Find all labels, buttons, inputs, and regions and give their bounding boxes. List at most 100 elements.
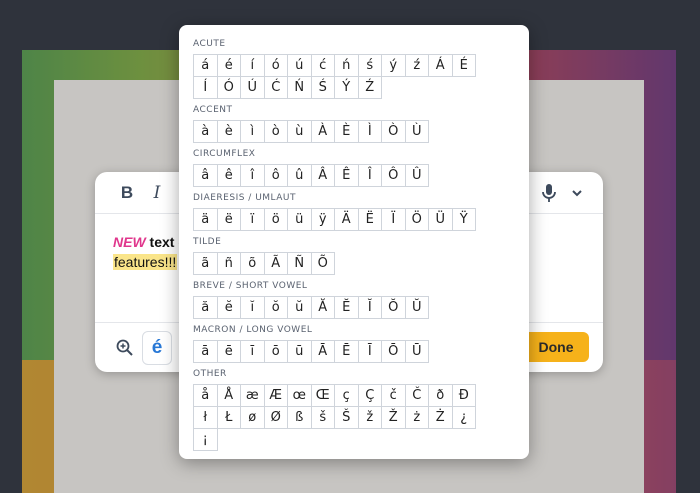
- accent-char-button[interactable]: ē: [216, 340, 241, 363]
- accent-char-button[interactable]: ä: [193, 208, 218, 231]
- accent-char-button[interactable]: Û: [404, 164, 429, 187]
- accent-char-button[interactable]: Ú: [240, 76, 265, 99]
- accent-char-button[interactable]: Ō: [381, 340, 406, 363]
- accent-char-button[interactable]: å: [193, 384, 218, 407]
- accent-char-button[interactable]: Ÿ: [451, 208, 476, 231]
- accent-char-button[interactable]: ö: [263, 208, 288, 231]
- accent-char-button[interactable]: ¿: [451, 406, 476, 429]
- accent-char-button[interactable]: Č: [404, 384, 429, 407]
- accent-char-button[interactable]: Ŏ: [381, 296, 406, 319]
- accent-char-button[interactable]: ¡: [193, 428, 218, 451]
- accent-char-button[interactable]: č: [381, 384, 406, 407]
- accent-char-button[interactable]: ý: [381, 54, 406, 77]
- accent-char-button[interactable]: Ö: [404, 208, 429, 231]
- accent-char-button[interactable]: ñ: [216, 252, 241, 275]
- accent-char-button[interactable]: Í: [193, 76, 218, 99]
- accent-char-button[interactable]: ć: [310, 54, 335, 77]
- accent-char-button[interactable]: Ê: [334, 164, 359, 187]
- accent-char-button[interactable]: ù: [287, 120, 312, 143]
- accent-char-button[interactable]: Ù: [404, 120, 429, 143]
- accent-char-button[interactable]: Ã: [263, 252, 288, 275]
- accent-char-button[interactable]: Ø: [263, 406, 288, 429]
- accent-char-button[interactable]: ß: [287, 406, 312, 429]
- accent-char-button[interactable]: Ä: [334, 208, 359, 231]
- accent-char-button[interactable]: ź: [404, 54, 429, 77]
- accent-char-button[interactable]: ó: [263, 54, 288, 77]
- accent-char-button[interactable]: è: [216, 120, 241, 143]
- accent-char-button[interactable]: ã: [193, 252, 218, 275]
- accent-char-button[interactable]: Ī: [357, 340, 382, 363]
- accent-char-button[interactable]: È: [334, 120, 359, 143]
- accent-char-button[interactable]: ń: [334, 54, 359, 77]
- accent-char-button[interactable]: Å: [216, 384, 241, 407]
- accent-char-button[interactable]: Ý: [334, 76, 359, 99]
- accent-char-button[interactable]: Ò: [381, 120, 406, 143]
- accent-char-button[interactable]: Æ: [263, 384, 288, 407]
- accent-char-button[interactable]: Ŭ: [404, 296, 429, 319]
- accent-char-button[interactable]: ī: [240, 340, 265, 363]
- accent-char-button[interactable]: Á: [428, 54, 453, 77]
- accent-char-button[interactable]: ô: [263, 164, 288, 187]
- accent-char-button[interactable]: ŏ: [263, 296, 288, 319]
- accent-char-button[interactable]: ü: [287, 208, 312, 231]
- chevron-down-icon[interactable]: [565, 181, 589, 205]
- accent-char-button[interactable]: ł: [193, 406, 218, 429]
- accent-char-button[interactable]: ë: [216, 208, 241, 231]
- accent-char-button[interactable]: Ü: [428, 208, 453, 231]
- accent-char-button[interactable]: ø: [240, 406, 265, 429]
- accent-char-button[interactable]: Ó: [216, 76, 241, 99]
- accent-char-button[interactable]: ż: [404, 406, 429, 429]
- accent-char-button[interactable]: Ū: [404, 340, 429, 363]
- accent-char-button[interactable]: Ń: [287, 76, 312, 99]
- accent-picker-button[interactable]: é: [142, 331, 172, 365]
- accent-char-button[interactable]: ĕ: [216, 296, 241, 319]
- accent-char-button[interactable]: Ă: [310, 296, 335, 319]
- accent-char-button[interactable]: ŭ: [287, 296, 312, 319]
- accent-char-button[interactable]: Ë: [357, 208, 382, 231]
- accent-char-button[interactable]: É: [451, 54, 476, 77]
- accent-char-button[interactable]: Õ: [310, 252, 335, 275]
- accent-char-button[interactable]: Ñ: [287, 252, 312, 275]
- accent-char-button[interactable]: Đ: [451, 384, 476, 407]
- accent-char-button[interactable]: ì: [240, 120, 265, 143]
- accent-char-button[interactable]: ā: [193, 340, 218, 363]
- accent-char-button[interactable]: Ç: [357, 384, 382, 407]
- accent-char-button[interactable]: Ż: [428, 406, 453, 429]
- accent-char-button[interactable]: Ĭ: [357, 296, 382, 319]
- done-button[interactable]: Done: [523, 332, 589, 362]
- accent-char-button[interactable]: é: [216, 54, 241, 77]
- accent-char-button[interactable]: î: [240, 164, 265, 187]
- accent-char-button[interactable]: ž: [357, 406, 382, 429]
- accent-char-button[interactable]: á: [193, 54, 218, 77]
- zoom-in-icon[interactable]: [115, 338, 135, 358]
- accent-char-button[interactable]: ă: [193, 296, 218, 319]
- accent-char-button[interactable]: æ: [240, 384, 265, 407]
- accent-char-button[interactable]: õ: [240, 252, 265, 275]
- accent-char-button[interactable]: Ł: [216, 406, 241, 429]
- accent-char-button[interactable]: Â: [310, 164, 335, 187]
- accent-char-button[interactable]: â: [193, 164, 218, 187]
- accent-char-button[interactable]: ĭ: [240, 296, 265, 319]
- accent-char-button[interactable]: Ź: [357, 76, 382, 99]
- microphone-icon[interactable]: [537, 181, 561, 205]
- accent-char-button[interactable]: ú: [287, 54, 312, 77]
- accent-char-button[interactable]: ê: [216, 164, 241, 187]
- accent-char-button[interactable]: Ž: [381, 406, 406, 429]
- accent-char-button[interactable]: Ć: [263, 76, 288, 99]
- accent-char-button[interactable]: û: [287, 164, 312, 187]
- accent-char-button[interactable]: Ĕ: [334, 296, 359, 319]
- bold-button[interactable]: B: [115, 181, 139, 205]
- accent-char-button[interactable]: Ì: [357, 120, 382, 143]
- accent-char-button[interactable]: ÿ: [310, 208, 335, 231]
- accent-char-button[interactable]: œ: [287, 384, 312, 407]
- accent-char-button[interactable]: ò: [263, 120, 288, 143]
- accent-char-button[interactable]: Œ: [310, 384, 335, 407]
- accent-char-button[interactable]: ç: [334, 384, 359, 407]
- accent-char-button[interactable]: À: [310, 120, 335, 143]
- accent-char-button[interactable]: Î: [357, 164, 382, 187]
- accent-char-button[interactable]: ū: [287, 340, 312, 363]
- accent-char-button[interactable]: Ā: [310, 340, 335, 363]
- italic-button[interactable]: I: [145, 181, 169, 205]
- accent-char-button[interactable]: ï: [240, 208, 265, 231]
- accent-char-button[interactable]: ð: [428, 384, 453, 407]
